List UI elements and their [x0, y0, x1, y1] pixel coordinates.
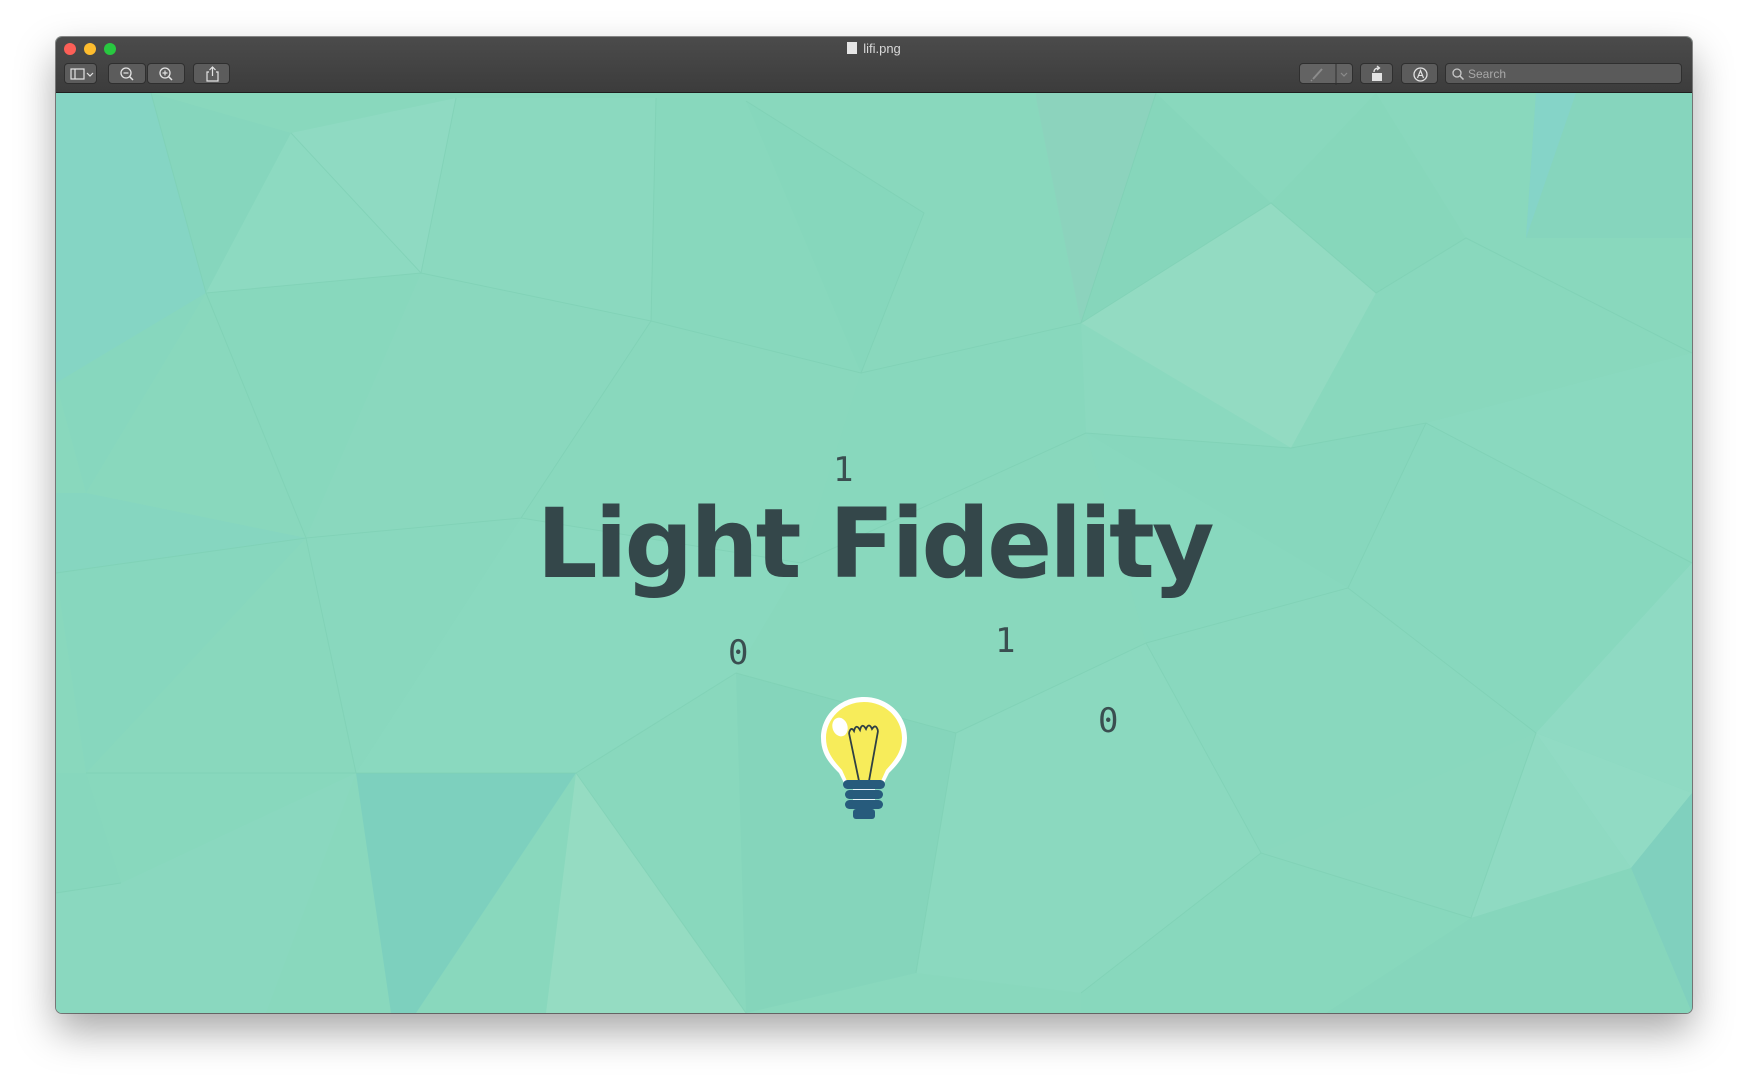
binary-digit: 1	[995, 621, 1016, 661]
window-title: lifi.png	[56, 41, 1692, 56]
rotate-button[interactable]	[1360, 63, 1393, 84]
titlebar: lifi.png	[56, 37, 1692, 93]
lightbulb-icon	[821, 697, 907, 819]
zoom-out-button[interactable]	[108, 63, 146, 84]
zoom-out-icon	[120, 67, 134, 81]
binary-digit: 0	[728, 633, 749, 673]
search-field[interactable]	[1445, 63, 1682, 84]
zoom-in-icon	[159, 67, 173, 81]
markup-circle-icon	[1413, 67, 1428, 82]
search-icon	[1452, 68, 1465, 81]
image-canvas: Light Fidelity 1 0 1 0	[56, 93, 1692, 1013]
share-icon	[206, 66, 219, 82]
rotate-icon	[1372, 65, 1382, 81]
headline: Light Fidelity	[536, 488, 1214, 600]
sidebar-toggle-icon	[70, 68, 94, 80]
preview-window: lifi.png Search Light Fidelity 1 0 1 0	[56, 37, 1692, 1013]
show-markup-toolbar-button[interactable]	[1401, 63, 1438, 84]
sidebar-toggle-button[interactable]	[64, 63, 97, 84]
window-title-text: lifi.png	[863, 41, 901, 56]
zoom-in-button[interactable]	[147, 63, 185, 84]
document-icon	[847, 42, 858, 54]
binary-digit: 0	[1098, 701, 1119, 741]
markup-tool-button[interactable]	[1299, 63, 1353, 85]
search-input[interactable]	[1468, 64, 1668, 83]
pen-icon	[1310, 64, 1348, 85]
share-button[interactable]	[193, 63, 230, 84]
binary-digit: 1	[833, 450, 854, 490]
